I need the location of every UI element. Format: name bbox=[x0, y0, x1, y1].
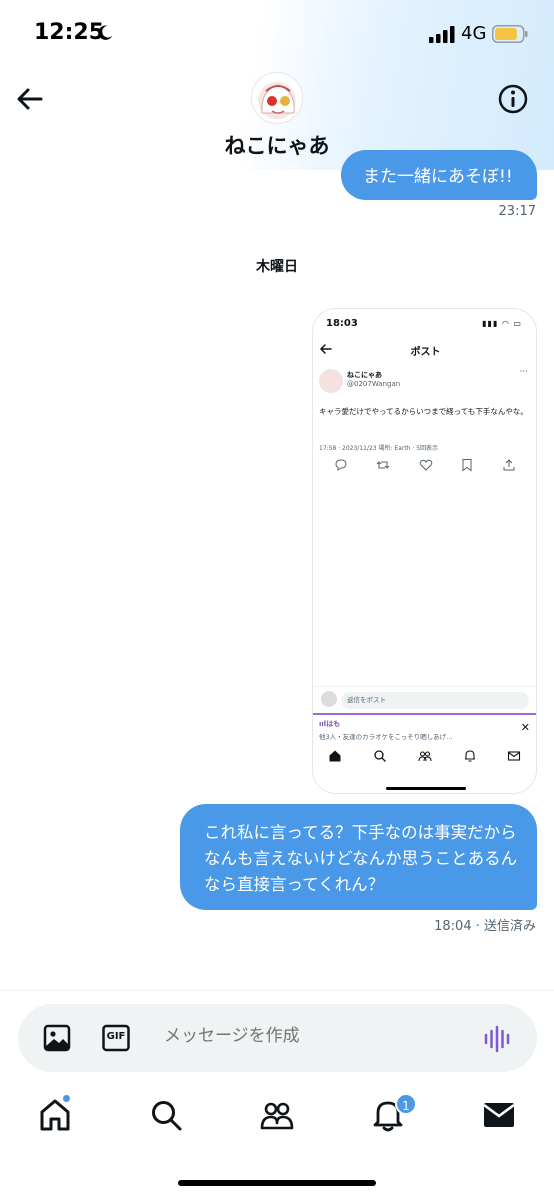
avatar-illustration bbox=[261, 84, 295, 114]
message-timestamp: 23:17 bbox=[498, 204, 536, 219]
image-icon[interactable] bbox=[42, 1023, 72, 1053]
ss-communities-icon bbox=[418, 751, 432, 762]
ss-post-text: キャラ愛だけでやってるからいつまで経っても下手なんやな。 bbox=[319, 407, 528, 416]
ss-bell-icon bbox=[465, 750, 475, 762]
tab-bar: 1 bbox=[0, 1086, 554, 1156]
ss-space-title: ıılはも bbox=[319, 720, 341, 728]
message-bubble[interactable]: これ私に言ってる？下手なのは事実だからなんも言えないけどなんか思うことあるんなら… bbox=[180, 804, 537, 910]
ss-more-icon: ··· bbox=[519, 367, 528, 377]
search-icon[interactable] bbox=[149, 1098, 183, 1132]
day-separator: 木曜日 bbox=[256, 259, 298, 275]
mail-icon[interactable] bbox=[482, 1098, 516, 1132]
status-time: 12:25 bbox=[34, 20, 105, 45]
home-icon[interactable] bbox=[38, 1098, 72, 1132]
ss-post-meta: 17:58 · 2023/11/23 場所: Earth · 5回表示 bbox=[319, 445, 439, 452]
info-icon[interactable] bbox=[497, 83, 529, 115]
ss-space-banner: ıılはも 他3人・友達のカラオケをこっそり晒しあげ… ✕ bbox=[313, 713, 536, 743]
ss-tabbar bbox=[313, 749, 536, 773]
message-input[interactable] bbox=[164, 1026, 385, 1046]
avatar[interactable] bbox=[251, 72, 303, 124]
screenshot-image-message[interactable]: 18:03 ▮▮▮ ◠ ▭ ポスト ねこにゃあ @0207Wangan ··· … bbox=[312, 308, 537, 794]
ss-close-icon: ✕ bbox=[520, 721, 530, 734]
voice-icon[interactable] bbox=[482, 1024, 512, 1054]
moon-icon bbox=[98, 25, 113, 40]
ss-avatar bbox=[319, 369, 343, 393]
message-text: また一緒にあそぼ!! bbox=[363, 167, 513, 187]
ss-search-icon bbox=[374, 750, 386, 762]
gif-button[interactable]: GIF bbox=[102, 1024, 130, 1052]
notification-badge: 1 bbox=[395, 1093, 417, 1115]
message-composer: GIF bbox=[18, 1004, 537, 1072]
home-unread-dot bbox=[62, 1094, 71, 1103]
ss-home-icon bbox=[329, 750, 341, 762]
communities-icon[interactable] bbox=[260, 1098, 294, 1132]
ss-space-subtitle: 他3人・友達のカラオケをこっそり晒しあげ… bbox=[319, 733, 453, 741]
ss-like-icon bbox=[419, 459, 433, 471]
ss-name: ねこにゃあ bbox=[347, 371, 382, 379]
ss-reply-icon bbox=[335, 459, 347, 471]
network-label: 4G bbox=[461, 23, 487, 44]
ss-status-icons: ▮▮▮ ◠ ▭ bbox=[482, 319, 522, 328]
ss-handle: @0207Wangan bbox=[347, 380, 401, 388]
ss-mail-icon bbox=[507, 751, 521, 761]
ss-title: ポスト bbox=[410, 347, 441, 358]
message-status: 18:04 · 送信済み bbox=[434, 919, 536, 934]
ss-status-time: 18:03 bbox=[326, 318, 358, 329]
ss-home-indicator bbox=[386, 787, 466, 790]
gif-label: GIF bbox=[106, 1031, 126, 1042]
message-text: これ私に言ってる？下手なのは事実だからなんも言えないけどなんか思うことあるんなら… bbox=[204, 823, 518, 894]
ss-reply-input: 返信をポスト bbox=[341, 692, 529, 709]
arrow-left-icon[interactable] bbox=[14, 84, 44, 114]
status-bar: 12:25 4G bbox=[0, 0, 554, 70]
signal-icon bbox=[429, 26, 455, 43]
home-indicator bbox=[178, 1180, 376, 1186]
ss-bookmark-icon bbox=[462, 459, 472, 472]
ss-action-bar bbox=[313, 458, 536, 474]
ss-repost-icon bbox=[376, 461, 390, 469]
ss-reply-avatar bbox=[321, 691, 337, 707]
composer-area: GIF bbox=[0, 990, 554, 1086]
ss-reply-row: 返信をポスト bbox=[313, 686, 536, 712]
ss-share-icon bbox=[503, 459, 515, 471]
message-bubble-partial[interactable]: また一緒にあそぼ!! bbox=[341, 150, 537, 200]
battery-icon bbox=[492, 25, 528, 43]
